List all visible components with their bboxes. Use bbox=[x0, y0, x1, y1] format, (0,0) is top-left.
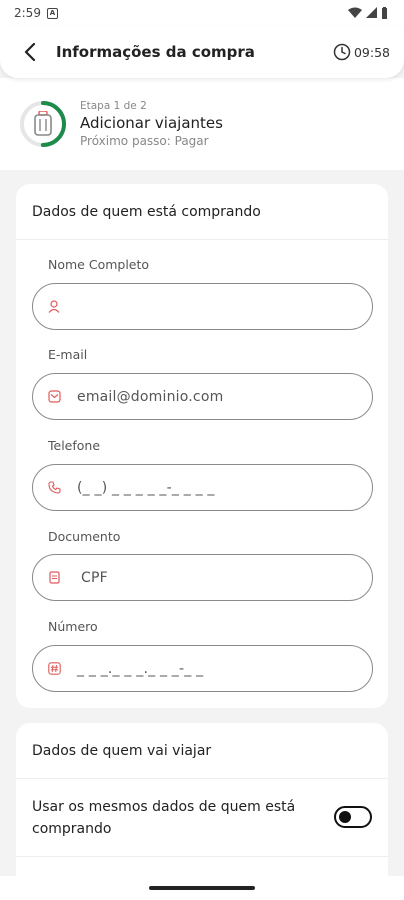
number-field[interactable]: _ _ _._ _ _._ _ _-_ _ bbox=[32, 645, 373, 692]
clock-icon bbox=[333, 43, 351, 61]
same-data-label: Usar os mesmos dados de quem está compra… bbox=[32, 798, 296, 837]
app-header: Informações da compra 09:58 bbox=[0, 26, 404, 78]
document-select[interactable]: CPF bbox=[32, 554, 373, 601]
home-gesture-handle[interactable] bbox=[149, 886, 255, 890]
traveler-section-title: Dados de quem vai viajar bbox=[16, 723, 388, 779]
step-progress: Etapa 1 de 2 Adicionar viajantes Próximo… bbox=[0, 78, 404, 170]
phone-value: (_ _) _ _ _ _ _-_ _ _ _ bbox=[77, 479, 215, 496]
email-label: E-mail bbox=[48, 347, 88, 362]
number-value: _ _ _._ _ _._ _ _-_ _ bbox=[77, 660, 204, 677]
same-data-toggle[interactable] bbox=[334, 806, 372, 828]
navigation-bar bbox=[0, 876, 404, 900]
timer-value: 09:58 bbox=[353, 44, 390, 60]
name-label: Nome Completo bbox=[48, 257, 150, 272]
hash-icon bbox=[47, 662, 61, 676]
progress-ring bbox=[18, 99, 68, 149]
email-value: email@dominio.com bbox=[77, 388, 224, 405]
user-icon bbox=[47, 300, 61, 314]
mail-icon bbox=[47, 390, 61, 404]
step-title: Adicionar viajantes bbox=[80, 114, 223, 132]
wifi-icon bbox=[348, 7, 362, 18]
name-field[interactable] bbox=[32, 283, 373, 330]
email-field[interactable]: email@dominio.com bbox=[32, 373, 373, 420]
document-icon bbox=[47, 571, 61, 585]
toggle-knob bbox=[339, 811, 351, 823]
countdown-timer: 09:58 bbox=[333, 43, 390, 61]
same-data-row: Usar os mesmos dados de quem está compra… bbox=[16, 779, 388, 857]
status-time: 2:59 bbox=[14, 6, 41, 20]
status-bar: 2:59 A bbox=[0, 0, 404, 26]
next-step: Próximo passo: Pagar bbox=[80, 134, 209, 148]
document-value: CPF bbox=[81, 569, 108, 586]
number-label: Número bbox=[48, 619, 98, 634]
document-label: Documento bbox=[48, 529, 121, 544]
chevron-left-icon bbox=[24, 43, 36, 61]
back-button[interactable] bbox=[18, 40, 42, 64]
buyer-card: Dados de quem está comprando Nome Comple… bbox=[16, 184, 388, 708]
traveler-card: Dados de quem vai viajar Usar os mesmos … bbox=[16, 723, 388, 883]
signal-icon bbox=[366, 7, 377, 18]
page-title: Informações da compra bbox=[56, 43, 255, 61]
luggage-icon bbox=[34, 111, 52, 136]
battery-icon bbox=[382, 7, 387, 19]
phone-field[interactable]: (_ _) _ _ _ _ _-_ _ _ _ bbox=[32, 464, 373, 511]
phone-icon bbox=[47, 481, 61, 495]
buyer-section-title: Dados de quem está comprando bbox=[16, 184, 388, 240]
phone-label: Telefone bbox=[48, 438, 101, 453]
notification-icon: A bbox=[46, 7, 58, 19]
step-label: Etapa 1 de 2 bbox=[80, 100, 147, 112]
